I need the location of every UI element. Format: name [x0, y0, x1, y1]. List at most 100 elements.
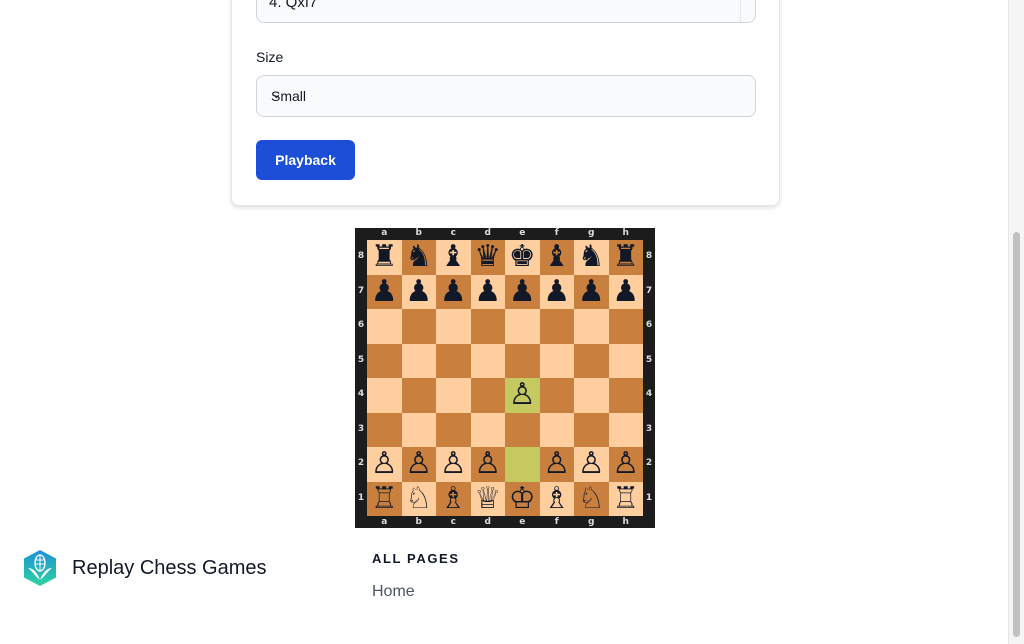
square-d8[interactable]: ♛ [470, 240, 505, 275]
square-h1[interactable]: ♖ [608, 481, 643, 516]
piece[interactable]: ♞ [578, 242, 605, 272]
square-d4[interactable] [470, 378, 505, 413]
square-a8[interactable]: ♜ [367, 240, 402, 275]
square-g5[interactable] [574, 343, 609, 378]
piece[interactable]: ♙ [543, 449, 570, 479]
square-b3[interactable] [401, 412, 436, 447]
square-b4[interactable] [401, 378, 436, 413]
square-b8[interactable]: ♞ [401, 240, 436, 275]
piece[interactable]: ♝ [440, 242, 467, 272]
square-b6[interactable] [401, 309, 436, 344]
piece[interactable]: ♘ [405, 483, 432, 514]
square-d2[interactable]: ♙ [470, 447, 505, 482]
square-a5[interactable] [367, 343, 402, 378]
square-g1[interactable]: ♘ [574, 481, 609, 516]
page-scrollbar[interactable] [1008, 0, 1024, 644]
square-c4[interactable] [436, 378, 471, 413]
square-h7[interactable]: ♟ [608, 274, 643, 309]
piece[interactable]: ♜ [612, 242, 639, 272]
square-f4[interactable] [539, 378, 574, 413]
piece[interactable]: ♗ [440, 483, 467, 514]
piece[interactable]: ♟ [474, 276, 501, 307]
square-c3[interactable] [436, 412, 471, 447]
playback-button[interactable]: Playback [256, 140, 355, 180]
square-d1[interactable]: ♕ [470, 481, 505, 516]
square-g2[interactable]: ♙ [574, 447, 609, 482]
scrollbar-thumb[interactable] [1013, 232, 1020, 637]
piece[interactable]: ♙ [578, 449, 605, 479]
square-c8[interactable]: ♝ [436, 240, 471, 275]
piece[interactable]: ♚ [509, 242, 536, 272]
square-h8[interactable]: ♜ [608, 240, 643, 275]
piece[interactable]: ♙ [612, 449, 639, 479]
square-b5[interactable] [401, 343, 436, 378]
square-e2[interactable] [505, 447, 540, 482]
piece[interactable]: ♙ [474, 449, 501, 479]
square-a6[interactable] [367, 309, 402, 344]
square-f7[interactable]: ♟ [539, 274, 574, 309]
square-e3[interactable] [505, 412, 540, 447]
square-d6[interactable] [470, 309, 505, 344]
square-h4[interactable] [608, 378, 643, 413]
piece[interactable]: ♟ [440, 276, 467, 307]
piece[interactable]: ♝ [543, 242, 570, 272]
square-a7[interactable]: ♟ [367, 274, 402, 309]
square-e7[interactable]: ♟ [505, 274, 540, 309]
square-b1[interactable]: ♘ [401, 481, 436, 516]
square-h5[interactable] [608, 343, 643, 378]
piece[interactable]: ♜ [371, 242, 398, 272]
square-c6[interactable] [436, 309, 471, 344]
square-e8[interactable]: ♚ [505, 240, 540, 275]
square-b7[interactable]: ♟ [401, 274, 436, 309]
square-h2[interactable]: ♙ [608, 447, 643, 482]
square-b2[interactable]: ♙ [401, 447, 436, 482]
square-g4[interactable] [574, 378, 609, 413]
square-f3[interactable] [539, 412, 574, 447]
square-d3[interactable] [470, 412, 505, 447]
piece[interactable]: ♖ [371, 483, 398, 514]
square-e4[interactable]: ♙ [505, 378, 540, 413]
size-select[interactable]: Small ⌄ [256, 75, 756, 117]
square-e5[interactable] [505, 343, 540, 378]
square-c2[interactable]: ♙ [436, 447, 471, 482]
square-c7[interactable]: ♟ [436, 274, 471, 309]
piece[interactable]: ♟ [405, 276, 432, 307]
square-a1[interactable]: ♖ [367, 481, 402, 516]
square-f1[interactable]: ♗ [539, 481, 574, 516]
piece[interactable]: ♘ [578, 483, 605, 514]
piece[interactable]: ♙ [405, 449, 432, 479]
square-f2[interactable]: ♙ [539, 447, 574, 482]
square-d7[interactable]: ♟ [470, 274, 505, 309]
moves-textarea[interactable]: 4. Qxf7 [256, 0, 756, 23]
square-f6[interactable] [539, 309, 574, 344]
square-g8[interactable]: ♞ [574, 240, 609, 275]
piece[interactable]: ♟ [543, 276, 570, 307]
square-e1[interactable]: ♔ [505, 481, 540, 516]
piece[interactable]: ♙ [440, 449, 467, 479]
square-g7[interactable]: ♟ [574, 274, 609, 309]
piece[interactable]: ♕ [474, 483, 501, 514]
square-h6[interactable] [608, 309, 643, 344]
square-a3[interactable] [367, 412, 402, 447]
square-e6[interactable] [505, 309, 540, 344]
piece[interactable]: ♟ [371, 276, 398, 307]
square-g3[interactable] [574, 412, 609, 447]
piece[interactable]: ♙ [371, 449, 398, 479]
piece[interactable]: ♙ [509, 380, 536, 410]
piece[interactable]: ♖ [612, 483, 639, 514]
square-f8[interactable]: ♝ [539, 240, 574, 275]
piece[interactable]: ♟ [509, 276, 536, 307]
square-f5[interactable] [539, 343, 574, 378]
square-d5[interactable] [470, 343, 505, 378]
piece[interactable]: ♛ [474, 242, 501, 272]
piece[interactable]: ♟ [578, 276, 605, 307]
square-g6[interactable] [574, 309, 609, 344]
square-h3[interactable] [608, 412, 643, 447]
piece[interactable]: ♟ [612, 276, 639, 307]
square-a4[interactable] [367, 378, 402, 413]
piece[interactable]: ♔ [509, 483, 536, 514]
square-c5[interactable] [436, 343, 471, 378]
textarea-scrollbar[interactable] [740, 0, 755, 22]
piece[interactable]: ♗ [543, 483, 570, 514]
piece[interactable]: ♞ [405, 242, 432, 272]
